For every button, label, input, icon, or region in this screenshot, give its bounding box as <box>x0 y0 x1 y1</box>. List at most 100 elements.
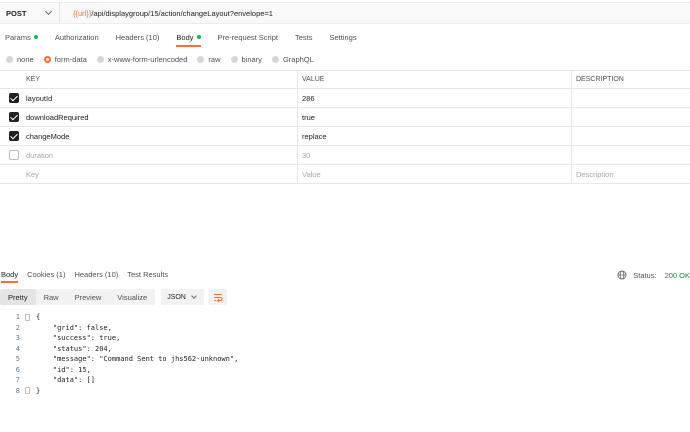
description-cell[interactable] <box>572 127 690 145</box>
radio-icon <box>197 55 205 63</box>
checkbox[interactable] <box>9 131 19 141</box>
tab-pre-request-script[interactable]: Pre-request Script <box>218 32 278 47</box>
method-select[interactable]: POST <box>0 3 60 23</box>
url-input[interactable]: {{url}}/api/displaygroup/15/action/chang… <box>60 9 273 18</box>
body-type-none[interactable]: none <box>6 55 34 64</box>
code-line: 2 "grid": false, <box>0 323 690 334</box>
line-number: 1 <box>15 313 20 322</box>
tab-label: Tests <box>294 32 313 42</box>
description-cell[interactable] <box>572 108 690 126</box>
description-cell[interactable] <box>572 89 690 107</box>
tab-tests[interactable]: Tests <box>295 32 313 47</box>
line-number: 6 <box>15 365 20 374</box>
tab-label: Settings <box>329 32 357 42</box>
value-placeholder[interactable]: Value <box>298 165 572 183</box>
key-placeholder[interactable]: Key <box>22 165 298 183</box>
wrap-lines-button[interactable] <box>209 289 228 305</box>
body-type-binary[interactable]: binary <box>230 54 262 64</box>
tab-label: Params <box>5 32 31 42</box>
line-number: 7 <box>15 376 20 385</box>
format-select[interactable]: JSON <box>161 289 205 305</box>
request-tabs: Params Authorization Headers (10) Body P… <box>0 31 690 47</box>
chevron-down-icon <box>44 7 53 16</box>
code-line: 4 "status": 204, <box>0 344 690 355</box>
status-code[interactable]: 200 OK <box>661 271 690 280</box>
code-text: "id": 15, <box>36 365 91 374</box>
value-cell[interactable]: 286 <box>298 89 572 107</box>
code-text: "status": 204, <box>36 344 112 353</box>
tab-response-body[interactable]: Body <box>1 270 19 283</box>
line-number: 2 <box>15 323 20 332</box>
description-cell[interactable] <box>572 146 690 164</box>
response-toolbar: Pretty Raw Preview Visualize JSON <box>0 289 228 305</box>
value-cell[interactable]: 30 <box>298 146 572 164</box>
fold-icon[interactable] <box>24 313 30 321</box>
url-path: /api/displaygroup/15/action/changeLayout… <box>91 8 273 18</box>
body-type-label: x-www-form-urlencoded <box>107 54 188 64</box>
tab-test-results[interactable]: Test Results <box>127 270 168 283</box>
code-line: 7 "data": [] <box>0 375 690 386</box>
column-header-key: KEY <box>22 71 298 88</box>
url-variable: {{url}} <box>73 8 92 18</box>
tab-headers[interactable]: Headers (10) <box>116 32 160 47</box>
form-data-table: KEY VALUE DESCRIPTION layoutId 286 downl… <box>0 70 690 184</box>
checkbox[interactable] <box>9 112 19 122</box>
line-number: 8 <box>15 386 20 395</box>
body-type-selector: none form-data x-www-form-urlencoded raw… <box>6 53 324 65</box>
tab-settings[interactable]: Settings <box>329 32 356 47</box>
code-text: "grid": false, <box>36 323 112 332</box>
view-mode-segmented: Pretty Raw Preview Visualize <box>0 289 156 305</box>
view-pretty-button[interactable]: Pretty <box>0 289 36 305</box>
key-cell[interactable]: changeMode <box>22 127 298 145</box>
tab-response-headers[interactable]: Headers (10) <box>74 270 118 283</box>
chevron-down-icon <box>191 292 198 299</box>
response-tabs: Body Cookies (1) Headers (10) Test Resul… <box>0 268 690 284</box>
column-header-description: DESCRIPTION <box>576 76 624 83</box>
tab-cookies[interactable]: Cookies (1) <box>27 270 65 283</box>
format-label: JSON <box>167 293 186 301</box>
body-type-form-data[interactable]: form-data <box>43 54 87 64</box>
body-type-raw[interactable]: raw <box>197 54 221 64</box>
code-text: "data": [] <box>36 376 96 385</box>
code-line: 6 "id": 15, <box>0 365 690 376</box>
radio-icon <box>96 55 104 63</box>
tab-label: Authorization <box>54 32 99 42</box>
response-body-editor[interactable]: 1{ 2 "grid": false, 3 "success": true, 4… <box>0 312 690 396</box>
checkbox[interactable] <box>9 150 19 160</box>
line-number: 5 <box>15 355 20 364</box>
body-type-graphql[interactable]: GraphQL <box>271 54 314 64</box>
tab-authorization[interactable]: Authorization <box>55 32 99 47</box>
code-line: 1{ <box>0 312 690 323</box>
table-header-row: KEY VALUE DESCRIPTION <box>0 71 690 89</box>
tab-params[interactable]: Params <box>5 32 38 47</box>
key-cell[interactable]: duration <box>22 146 298 164</box>
body-type-label: raw <box>208 54 221 64</box>
body-type-label: GraphQL <box>282 54 314 64</box>
body-type-label: form-data <box>54 54 87 64</box>
tab-body[interactable]: Body <box>176 32 201 47</box>
code-line: 8} <box>0 386 690 397</box>
radio-icon <box>230 55 238 63</box>
view-visualize-button[interactable]: Visualize <box>109 289 155 305</box>
checkbox[interactable] <box>9 93 19 103</box>
fold-icon[interactable] <box>24 387 30 395</box>
code-line: 3 "success": true, <box>0 333 690 344</box>
radio-icon <box>271 55 279 63</box>
body-type-urlencoded[interactable]: x-www-form-urlencoded <box>96 54 188 64</box>
line-number: 4 <box>15 344 20 353</box>
value-cell[interactable]: replace <box>298 127 572 145</box>
key-cell[interactable]: downloadRequired <box>22 108 298 126</box>
value-cell[interactable]: true <box>298 108 572 126</box>
body-type-label: binary <box>241 54 262 64</box>
description-placeholder[interactable]: Description <box>572 165 690 183</box>
url-bar: POST {{url}}/api/displaygroup/15/action/… <box>0 2 690 24</box>
view-raw-button[interactable]: Raw <box>36 289 67 305</box>
response-status: Status: 200 OK <box>617 270 690 280</box>
globe-icon[interactable] <box>617 270 627 280</box>
method-label: POST <box>6 8 27 18</box>
view-preview-button[interactable]: Preview <box>67 289 110 305</box>
table-row-new: Key Value Description <box>0 165 690 184</box>
key-cell[interactable]: layoutId <box>22 89 298 107</box>
code-text: { <box>36 313 41 322</box>
table-row: downloadRequired true <box>0 108 690 127</box>
